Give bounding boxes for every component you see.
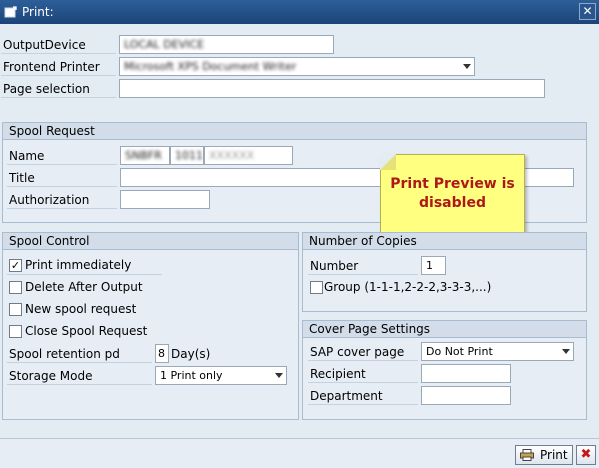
spool-request-title: Spool Request <box>3 123 586 140</box>
close-spool-request-checkbox[interactable] <box>9 325 22 338</box>
sap-cover-page-label: SAP cover page <box>310 345 405 359</box>
chevron-down-icon[interactable] <box>562 349 570 354</box>
department-field[interactable] <box>421 386 511 405</box>
department-label: Department <box>310 389 383 403</box>
page-selection-field[interactable] <box>119 79 545 98</box>
page-selection-label: Page selection <box>3 82 90 96</box>
divider <box>7 362 152 363</box>
print-button-label: Print <box>540 448 568 462</box>
divider <box>7 274 162 275</box>
window-titlebar: Print: ✕ <box>0 0 599 24</box>
dialog-body: OutputDevice LOCAL DEVICE Frontend Print… <box>0 24 599 438</box>
recipient-label: Recipient <box>310 367 366 381</box>
spool-title-label: Title <box>9 171 35 185</box>
spool-control-group: Spool Control ✓ Print immediately Delete… <box>2 232 299 420</box>
divider <box>7 164 117 165</box>
frontend-printer-label: Frontend Printer <box>3 60 100 74</box>
output-device-field[interactable]: LOCAL DEVICE <box>119 35 334 54</box>
print-immediately-checkbox[interactable]: ✓ <box>9 259 22 272</box>
output-device-value: LOCAL DEVICE <box>124 38 205 51</box>
printer-icon <box>520 449 534 461</box>
spool-retention-field[interactable]: 8 <box>155 344 169 363</box>
new-spool-request-label: New spool request <box>25 302 137 316</box>
spool-name-label: Name <box>9 149 45 163</box>
spool-control-title: Spool Control <box>3 233 298 250</box>
frontend-printer-select[interactable]: Microsoft XPS Document Writer <box>119 57 475 76</box>
cancel-button[interactable]: ✖ <box>576 445 596 465</box>
group-copies-label: Group (1-1-1,2-2-2,3-3-3,...) <box>324 280 492 294</box>
delete-after-output-label: Delete After Output <box>25 280 143 294</box>
window-title: Print: <box>22 5 54 19</box>
divider <box>7 384 152 385</box>
copies-number-field[interactable]: 1 <box>421 256 446 275</box>
storage-mode-label: Storage Mode <box>9 369 93 383</box>
button-bar: Print ✖ <box>0 438 599 468</box>
frontend-printer-value: Microsoft XPS Document Writer <box>124 60 297 73</box>
note-fold-corner <box>380 154 396 170</box>
spool-name-part3-value: XXXXXX <box>209 149 255 162</box>
divider <box>308 404 418 405</box>
close-window-button[interactable]: ✕ <box>579 3 596 20</box>
chevron-down-icon[interactable] <box>275 373 283 378</box>
spool-name-part2-value: 1011 <box>175 149 203 162</box>
cover-page-settings-group: Cover Page Settings SAP cover page Do No… <box>302 320 587 420</box>
divider <box>1 97 116 98</box>
cover-page-settings-title: Cover Page Settings <box>303 321 586 338</box>
storage-mode-value: 1 Print only <box>160 369 223 382</box>
print-dialog-icon <box>4 6 17 18</box>
authorization-field[interactable] <box>120 190 210 209</box>
authorization-label: Authorization <box>9 193 90 207</box>
delete-after-output-checkbox[interactable] <box>9 281 22 294</box>
divider <box>308 382 418 383</box>
chevron-down-icon[interactable] <box>463 64 471 69</box>
divider <box>1 53 116 54</box>
divider <box>1 75 116 76</box>
close-spool-request-label: Close Spool Request <box>25 324 148 338</box>
divider <box>308 274 418 275</box>
note-text: Print Preview is disabled <box>390 176 515 211</box>
divider <box>7 186 117 187</box>
divider <box>308 360 418 361</box>
copies-number-label: Number <box>310 259 359 273</box>
storage-mode-select[interactable]: 1 Print only <box>155 366 287 385</box>
recipient-field[interactable] <box>421 364 511 383</box>
spool-name-part1-field[interactable]: SNBFR <box>120 146 170 165</box>
spool-name-part3-field[interactable]: XXXXXX <box>204 146 293 165</box>
sap-cover-page-select[interactable]: Do Not Print <box>421 342 574 361</box>
spool-name-part1-value: SNBFR <box>125 149 162 162</box>
print-button[interactable]: Print <box>515 445 573 465</box>
new-spool-request-checkbox[interactable] <box>9 303 22 316</box>
spool-name-part2-field[interactable]: 1011 <box>170 146 204 165</box>
number-of-copies-group: Number of Copies Number 1 Group (1-1-1,2… <box>302 232 587 312</box>
print-preview-note: Print Preview is disabled <box>380 154 525 234</box>
output-device-label: OutputDevice <box>3 38 86 52</box>
spool-retention-label: Spool retention pd <box>9 347 120 361</box>
number-of-copies-title: Number of Copies <box>303 233 586 250</box>
sap-cover-page-value: Do Not Print <box>426 345 493 358</box>
group-copies-checkbox[interactable] <box>310 281 323 294</box>
print-immediately-label: Print immediately <box>25 258 132 272</box>
retention-unit-label: Day(s) <box>171 347 211 361</box>
divider <box>7 208 117 209</box>
